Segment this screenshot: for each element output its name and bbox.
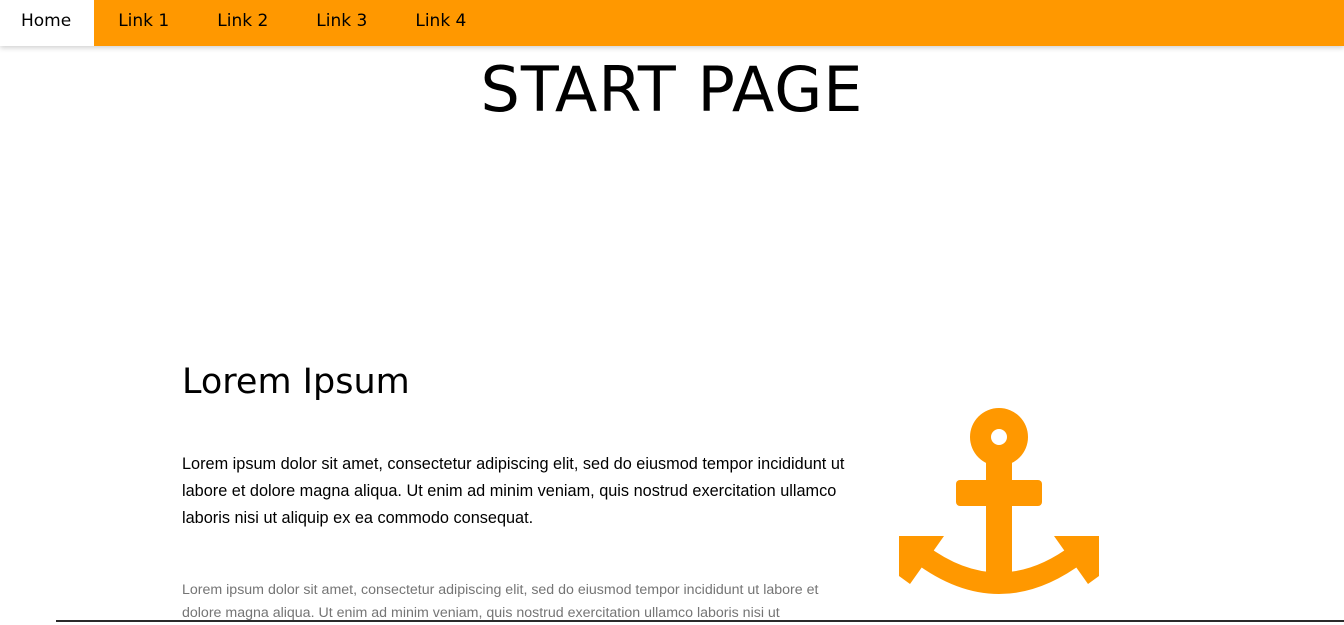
nav-link-1[interactable]: Link 1 [94, 0, 193, 46]
nav-link-3[interactable]: Link 3 [292, 0, 391, 46]
anchor-shape [899, 408, 1099, 594]
nav-link-4[interactable]: Link 4 [391, 0, 490, 46]
nav-link-home[interactable]: Home [0, 0, 95, 46]
lead-paragraph: Lorem ipsum dolor sit amet, consectetur … [182, 455, 845, 527]
page-title: START PAGE [480, 53, 864, 126]
body-paragraph: Lorem ipsum dolor sit amet, consectetur … [182, 582, 819, 621]
anchor-icon [899, 408, 1099, 594]
section-heading: Lorem Ipsum [182, 362, 410, 402]
nav-link-2[interactable]: Link 2 [193, 0, 292, 46]
top-navigation-bar: Home Link 1 Link 2 Link 3 Link 4 [0, 0, 1344, 46]
